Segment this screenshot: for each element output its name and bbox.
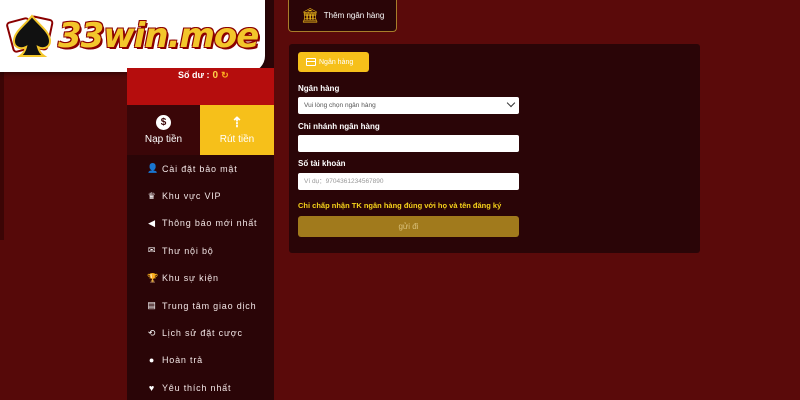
submit-button[interactable]: gửi đi xyxy=(298,216,519,237)
menu-item-label: Khu sự kiện xyxy=(162,273,219,284)
wallet-tabs: $ Nạp tiền ⇡ Rút tiền xyxy=(127,105,274,155)
branch-field[interactable] xyxy=(298,135,519,152)
coin-icon: ● xyxy=(148,355,156,366)
withdraw-hand-icon: ⇡ xyxy=(231,114,243,130)
spade-cards-icon xyxy=(6,14,54,57)
menu-item-label: Yêu thích nhất xyxy=(162,382,232,393)
menu-item-vip[interactable]: ♛ Khu vực VIP xyxy=(127,182,274,209)
trophy-icon: 🏆 xyxy=(147,272,160,283)
tab-withdraw-label: Rút tiền xyxy=(219,134,255,145)
balance-value: 0 xyxy=(212,70,219,81)
bank-select-value: Vui lòng chọn ngân hàng xyxy=(304,102,376,109)
menu-item-label: Thông báo mới nhất xyxy=(162,218,258,229)
money-bag-icon: $ xyxy=(156,115,171,130)
refresh-icon[interactable]: ↻ xyxy=(221,70,229,81)
logo[interactable]: 33win.moe xyxy=(0,0,265,72)
left-edge xyxy=(0,60,4,240)
envelope-icon: ✉ xyxy=(147,245,157,256)
tab-withdraw[interactable]: ⇡ Rút tiền xyxy=(200,105,274,155)
account-number-label: Số tài khoản xyxy=(298,159,346,168)
bank-select[interactable]: Vui lòng chọn ngân hàng xyxy=(298,97,519,114)
bank-notice: Chỉ chấp nhận TK ngân hàng đúng với họ v… xyxy=(298,201,502,210)
add-bank-button[interactable]: 🏛 Thêm ngân hàng xyxy=(288,0,397,32)
branch-input[interactable] xyxy=(304,135,519,152)
crown-icon: ♛ xyxy=(147,190,157,201)
menu-item-favorites[interactable]: ♥ Yêu thích nhất xyxy=(127,374,274,400)
bank-chip-label: Ngân hàng xyxy=(319,58,354,66)
balance-label: Số dư : xyxy=(178,70,210,80)
branch-label: Chi nhánh ngân hàng xyxy=(298,122,380,131)
add-bank-label: Thêm ngân hàng xyxy=(323,11,385,20)
menu-item-label: Hoàn trả xyxy=(162,355,203,366)
bank-select-label: Ngân hàng xyxy=(298,84,340,93)
history-icon: ⟲ xyxy=(147,327,157,338)
bank-card-icon xyxy=(306,58,316,66)
bank-chip[interactable]: Ngân hàng xyxy=(298,52,369,72)
menu-item-events[interactable]: 🏆 Khu sự kiện xyxy=(127,265,274,292)
menu-item-announcements[interactable]: ◀ Thông báo mới nhất xyxy=(127,210,274,237)
menu-item-label: Khu vực VIP xyxy=(162,191,222,202)
sidebar-menu: 👤 Cài đặt bảo mật ♛ Khu vực VIP ◀ Thông báo… xyxy=(127,155,274,400)
heart-icon: ♥ xyxy=(148,382,156,393)
tab-deposit-label: Nạp tiền xyxy=(144,134,183,145)
document-icon: ▤ xyxy=(147,300,157,311)
menu-item-rebate[interactable]: ● Hoàn trả xyxy=(127,347,274,374)
menu-item-inbox[interactable]: ✉ Thư nội bộ xyxy=(127,237,274,264)
menu-item-label: Cài đặt bảo mật xyxy=(162,163,238,174)
logo-text: 33win.moe xyxy=(58,16,259,56)
menu-item-label: Thư nội bộ xyxy=(162,245,214,256)
chevron-down-icon xyxy=(506,98,516,108)
menu-item-label: Trung tâm giao dịch xyxy=(162,300,257,311)
menu-item-bet-history[interactable]: ⟲ Lịch sử đặt cược xyxy=(127,319,274,346)
user-gear-icon: 👤 xyxy=(147,163,160,174)
account-number-field[interactable] xyxy=(298,173,519,190)
menu-item-security[interactable]: 👤 Cài đặt bảo mật xyxy=(127,155,274,182)
account-number-input[interactable] xyxy=(304,173,519,190)
bank-plus-icon: 🏛 xyxy=(301,7,319,23)
menu-item-label: Lịch sử đặt cược xyxy=(162,328,243,339)
megaphone-icon: ◀ xyxy=(148,217,156,228)
menu-item-transactions[interactable]: ▤ Trung tâm giao dịch xyxy=(127,292,274,319)
withdraw-form-panel: Ngân hàng Ngân hàng Vui lòng chọn ngân h… xyxy=(289,44,700,253)
balance-bar: Số dư : 0 ↻ xyxy=(127,68,274,105)
tab-deposit[interactable]: $ Nạp tiền xyxy=(127,105,200,155)
